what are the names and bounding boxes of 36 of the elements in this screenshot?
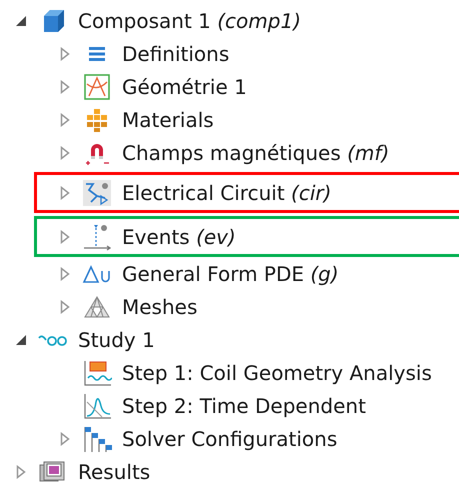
mesh-icon xyxy=(83,294,111,318)
tree-item-label[interactable]: Electrical Circuit (cir) xyxy=(122,180,332,204)
tree-item-label[interactable]: Composant 1 (comp1) xyxy=(78,8,301,32)
tree-item-label[interactable]: Events (ev) xyxy=(122,224,236,248)
materials-icon xyxy=(85,108,109,132)
tree-item-label[interactable]: Step 1: Coil Geometry Analysis xyxy=(122,360,432,384)
expand-caret-icon[interactable] xyxy=(60,46,70,60)
list-icon xyxy=(88,46,106,60)
tree-item-label[interactable]: Meshes xyxy=(122,294,198,318)
circuit-icon xyxy=(83,180,111,206)
expand-caret-icon[interactable] xyxy=(60,146,70,160)
tree-item-label[interactable]: Definitions xyxy=(122,42,230,66)
tree-item-label[interactable]: Solver Configurations xyxy=(122,426,338,450)
expand-caret-icon[interactable] xyxy=(60,186,70,200)
tree-item-label[interactable]: Step 2: Time Dependent xyxy=(122,394,366,418)
coil-step-icon xyxy=(82,358,112,386)
expand-caret-icon[interactable] xyxy=(60,230,70,244)
delta-u-icon xyxy=(82,264,112,284)
tree-item-label[interactable]: Study 1 xyxy=(78,328,155,352)
expand-caret-icon[interactable] xyxy=(60,112,70,126)
expand-caret-icon[interactable] xyxy=(60,266,70,280)
time-step-icon xyxy=(82,392,112,420)
tree-item-label[interactable]: Géométrie 1 xyxy=(122,74,247,98)
tree-item-label[interactable]: Results xyxy=(78,460,150,484)
expand-caret-icon[interactable] xyxy=(60,300,70,314)
solver-icon xyxy=(82,424,112,452)
tree-item-label[interactable]: Champs magnétiques (mf) xyxy=(122,140,390,164)
expand-caret-icon[interactable] xyxy=(60,432,70,446)
expand-caret-icon[interactable] xyxy=(60,80,70,94)
expand-caret-icon[interactable] xyxy=(16,464,26,478)
collapse-caret-icon[interactable] xyxy=(15,14,27,26)
geometry-icon xyxy=(84,74,110,100)
tree-item-label[interactable]: Materials xyxy=(122,108,214,132)
collapse-caret-icon[interactable] xyxy=(15,334,27,346)
events-icon xyxy=(82,222,112,250)
tree-item-label[interactable]: General Form PDE (g) xyxy=(122,262,339,286)
